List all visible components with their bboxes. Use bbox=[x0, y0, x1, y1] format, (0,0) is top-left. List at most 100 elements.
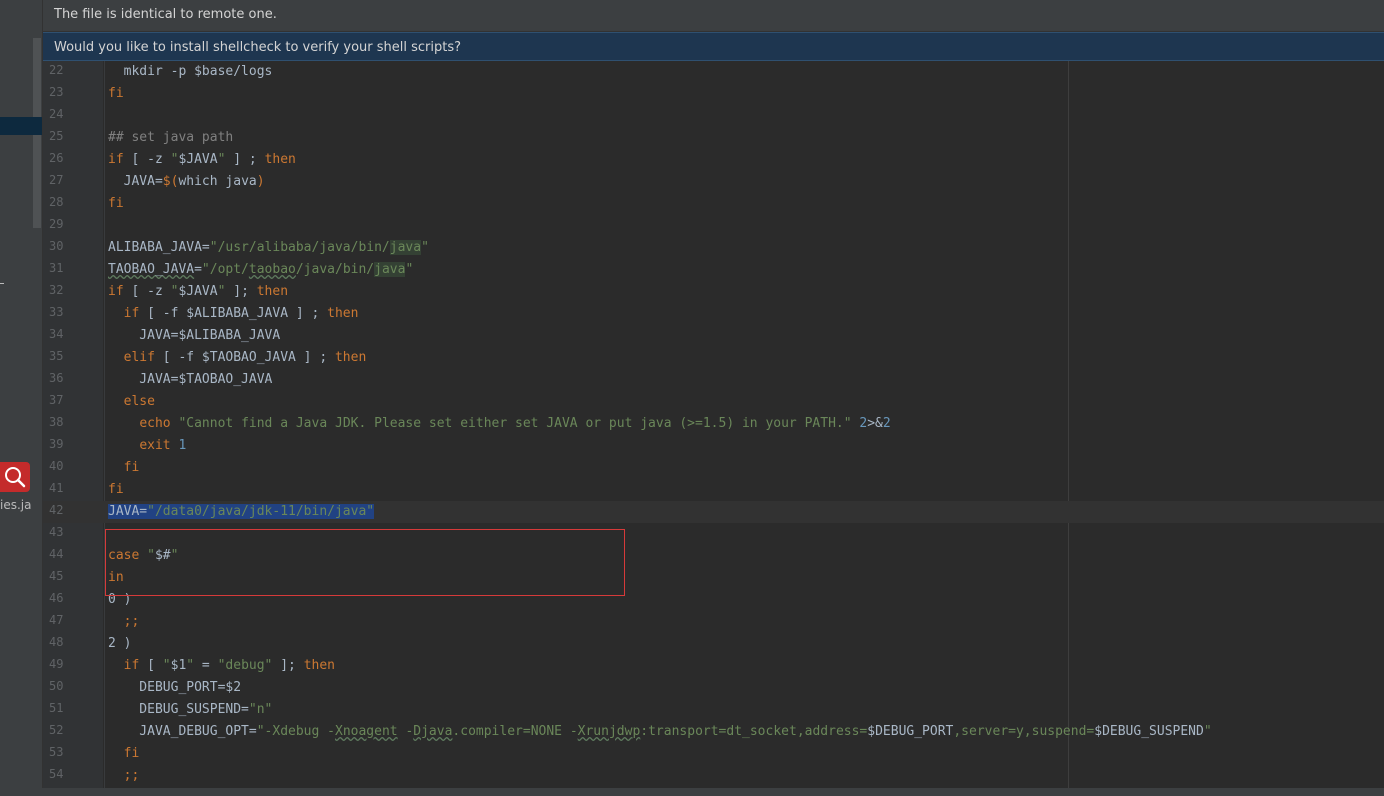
line-number: 49 bbox=[49, 657, 64, 671]
code-token: then bbox=[256, 284, 289, 299]
code-line[interactable]: 31 TAOBAO_JAVA="/opt/taobao/java/bin/java… bbox=[43, 259, 1384, 281]
code-token: if bbox=[108, 152, 124, 167]
code-token: fi bbox=[108, 482, 124, 497]
code-line[interactable]: 25 ## set java path bbox=[43, 127, 1384, 149]
code-token: [ -z bbox=[123, 284, 171, 299]
code-token: - bbox=[397, 724, 414, 739]
code-text[interactable]: ;; bbox=[108, 612, 140, 632]
code-line[interactable]: 39 exit 1 bbox=[43, 435, 1384, 457]
code-editor[interactable]: 22 mkdir -p $base/logs 23 fi 24 25 ## set jav… bbox=[43, 61, 1384, 788]
line-number: 32 bbox=[49, 283, 64, 297]
code-line[interactable]: 37 else bbox=[43, 391, 1384, 413]
code-token: JAVA=$ALIBABA_JAVA bbox=[108, 328, 281, 343]
line-number: 44 bbox=[49, 547, 64, 561]
code-line[interactable]: 28 fi bbox=[43, 193, 1384, 215]
code-text[interactable]: if [ -z "$JAVA" ]; then bbox=[108, 282, 288, 302]
project-selected-item[interactable] bbox=[0, 117, 42, 135]
code-text[interactable]: exit 1 bbox=[108, 436, 186, 456]
line-number: 35 bbox=[49, 349, 64, 363]
code-line[interactable]: 35 elif [ -f $TAOBAO_JAVA ] ; then bbox=[43, 347, 1384, 369]
code-text[interactable]: JAVA="/data0/java/jdk-11/bin/java" bbox=[108, 502, 375, 522]
code-token: 1 bbox=[178, 438, 187, 453]
code-line[interactable]: 23 fi bbox=[43, 83, 1384, 105]
code-text[interactable]: ;; bbox=[108, 766, 140, 786]
code-text[interactable]: DEBUG_PORT=$2 bbox=[108, 678, 241, 698]
code-line[interactable]: 32 if [ -z "$JAVA" ]; then bbox=[43, 281, 1384, 303]
code-line[interactable]: 48 2 ) bbox=[43, 633, 1384, 655]
code-text[interactable]: echo "Cannot find a Java JDK. Please set… bbox=[108, 414, 891, 434]
code-line[interactable]: 50 DEBUG_PORT=$2 bbox=[43, 677, 1384, 699]
code-line[interactable]: 40 fi bbox=[43, 457, 1384, 479]
code-token: = bbox=[194, 262, 202, 277]
code-text[interactable]: fi bbox=[108, 84, 124, 104]
code-token: 2 bbox=[882, 416, 891, 431]
project-tree-dash bbox=[0, 283, 4, 284]
code-text[interactable]: mkdir -p $base/logs bbox=[108, 62, 273, 82]
code-token: Xrunjdwp bbox=[577, 724, 641, 739]
code-token: "Cannot find a Java JDK. Please set eith… bbox=[178, 416, 852, 431]
line-number: 43 bbox=[49, 525, 64, 539]
code-line[interactable]: 22 mkdir -p $base/logs bbox=[43, 61, 1384, 83]
code-line[interactable]: 27 JAVA=$(which java) bbox=[43, 171, 1384, 193]
code-line[interactable]: 29 bbox=[43, 215, 1384, 237]
code-text[interactable]: JAVA=$TAOBAO_JAVA bbox=[108, 370, 272, 390]
code-text[interactable]: JAVA=$ALIBABA_JAVA bbox=[108, 326, 280, 346]
code-text[interactable]: TAOBAO_JAVA="/opt/taobao/java/bin/java" bbox=[108, 260, 413, 280]
code-text[interactable]: if [ "$1" = "debug" ]; then bbox=[108, 656, 335, 676]
code-token: JAVA=$TAOBAO_JAVA bbox=[108, 372, 273, 387]
code-token: "/opt/ bbox=[201, 262, 249, 277]
code-token: else bbox=[123, 394, 155, 409]
code-line[interactable]: 38 echo "Cannot find a Java JDK. Please … bbox=[43, 413, 1384, 435]
code-line[interactable]: 33 if [ -f $ALIBABA_JAVA ] ; then bbox=[43, 303, 1384, 325]
code-text[interactable]: if [ -z "$JAVA" ] ; then bbox=[108, 150, 296, 170]
line-number: 54 bbox=[49, 767, 64, 781]
code-text[interactable]: fi bbox=[108, 744, 140, 764]
code-line[interactable]: 24 bbox=[43, 105, 1384, 127]
code-line[interactable]: 26 if [ -z "$JAVA" ] ; then bbox=[43, 149, 1384, 171]
code-text[interactable]: DEBUG_SUSPEND="n" bbox=[108, 700, 272, 720]
code-text[interactable]: 2 ) bbox=[108, 634, 131, 654]
code-token: which java bbox=[178, 174, 257, 189]
shellcheck-install-notification[interactable]: Would you like to install shellcheck to … bbox=[43, 32, 1384, 61]
code-token: DEBUG_PORT=$2 bbox=[108, 680, 242, 695]
code-token: ] ; bbox=[225, 152, 265, 167]
line-number: 29 bbox=[49, 217, 64, 231]
code-line[interactable]: 49 if [ "$1" = "debug" ]; then bbox=[43, 655, 1384, 677]
code-line[interactable]: 54 ;; bbox=[43, 765, 1384, 787]
code-text[interactable]: else bbox=[108, 392, 155, 412]
code-text[interactable]: ## set java path bbox=[108, 128, 233, 148]
code-line[interactable]: 53 fi bbox=[43, 743, 1384, 765]
code-token: "/data0/java/jdk-11/bin/java" bbox=[147, 504, 375, 519]
code-text[interactable]: JAVA_DEBUG_OPT="-Xdebug -Xnoagent -Djava… bbox=[108, 722, 1211, 742]
code-line[interactable]: 52 JAVA_DEBUG_OPT="-Xdebug -Xnoagent -Dj… bbox=[43, 721, 1384, 743]
code-text[interactable]: fi bbox=[108, 194, 124, 214]
code-text[interactable]: ALIBABA_JAVA="/usr/alibaba/java/bin/java… bbox=[108, 238, 429, 258]
code-line[interactable]: 41 fi bbox=[43, 479, 1384, 501]
horizontal-scrollbar[interactable] bbox=[0, 788, 1384, 796]
code-token: exit bbox=[139, 438, 171, 453]
code-line[interactable]: 47 ;; bbox=[43, 611, 1384, 633]
code-token: then bbox=[264, 152, 296, 167]
code-token: "debug" bbox=[217, 658, 273, 673]
line-number: 31 bbox=[49, 261, 64, 275]
code-text[interactable]: fi bbox=[108, 480, 124, 500]
line-number: 22 bbox=[49, 63, 64, 77]
code-text[interactable]: fi bbox=[108, 458, 140, 478]
code-line[interactable]: 30 ALIBABA_JAVA="/usr/alibaba/java/bin/ja… bbox=[43, 237, 1384, 259]
code-line[interactable]: 51 DEBUG_SUSPEND="n" bbox=[43, 699, 1384, 721]
code-token: /java/bin/ bbox=[295, 262, 375, 277]
code-token: $JAVA bbox=[178, 152, 218, 167]
code-line[interactable]: 36 JAVA=$TAOBAO_JAVA bbox=[43, 369, 1384, 391]
line-number: 36 bbox=[49, 371, 64, 385]
code-text[interactable]: elif [ -f $TAOBAO_JAVA ] ; then bbox=[108, 348, 367, 368]
remote-identical-notification: The file is identical to remote one. bbox=[43, 0, 1384, 32]
search-everywhere-button[interactable] bbox=[0, 462, 30, 492]
project-file-label[interactable]: ies.ja bbox=[0, 498, 31, 512]
code-line[interactable]: 42 JAVA="/data0/java/jdk-11/bin/java" bbox=[43, 501, 1384, 523]
code-token: ## set java path bbox=[108, 130, 234, 145]
code-line[interactable]: 34 JAVA=$ALIBABA_JAVA bbox=[43, 325, 1384, 347]
code-text[interactable]: JAVA=$(which java) bbox=[108, 172, 265, 192]
code-text[interactable]: if [ -f $ALIBABA_JAVA ] ; then bbox=[108, 304, 359, 324]
